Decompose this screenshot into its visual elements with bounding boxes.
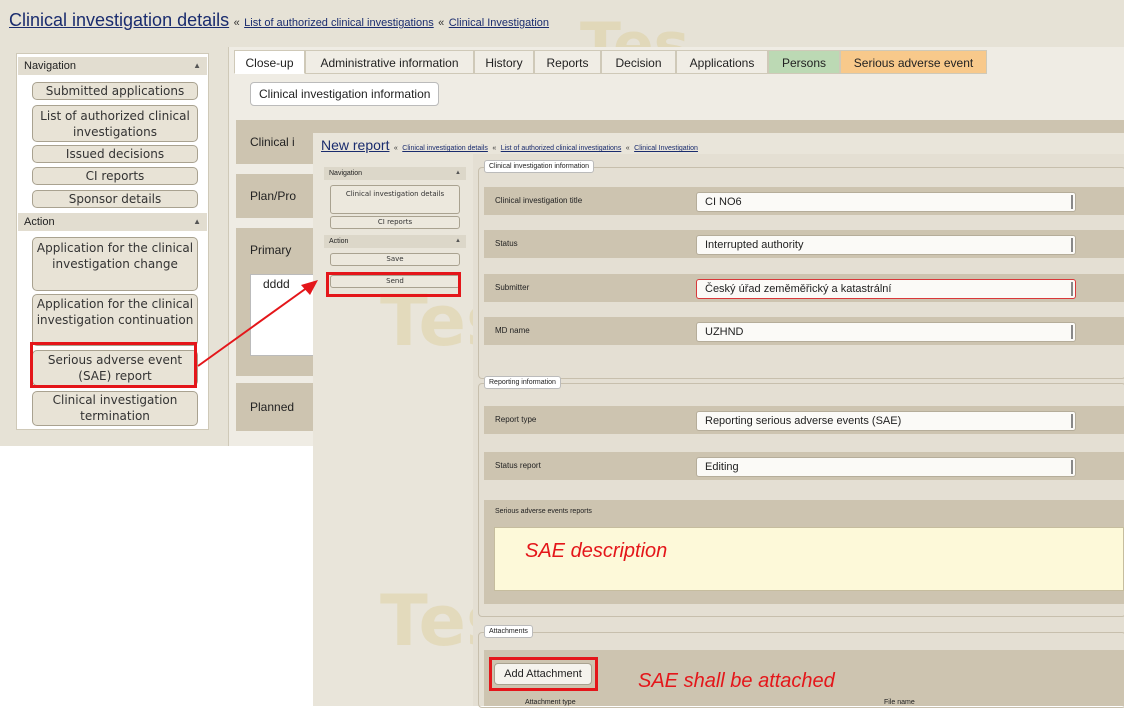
sidebar-action-heading[interactable]: Action ▲ — [324, 235, 466, 248]
sae-report-highlight — [30, 342, 197, 388]
attachment-annotation: SAE shall be attached — [638, 670, 835, 692]
collapse-triangle-icon[interactable]: ▲ — [455, 167, 461, 180]
fieldset-legend: Attachments — [484, 625, 533, 638]
column-header-file-name[interactable]: File name — [884, 699, 915, 706]
annotation-arrow — [197, 280, 318, 367]
send-highlight — [326, 272, 461, 297]
field-label: Clinical investigation title — [495, 196, 583, 205]
field-label: Status report — [495, 461, 541, 470]
tab-decision[interactable]: Decision — [601, 50, 676, 74]
field-row-ci-title: Clinical investigation title CI NO6 — [484, 187, 1124, 215]
row-label: Planned — [250, 400, 295, 414]
sae-description-annotation: SAE description — [525, 540, 668, 562]
status-field[interactable]: Interrupted authority — [696, 235, 1076, 255]
page-title[interactable]: Clinical investigation details — [9, 10, 229, 30]
row-label: Clinical i — [250, 135, 295, 149]
breadcrumb-separator: « — [438, 17, 445, 29]
sidebar-item-submitted-applications[interactable]: Submitted applications — [32, 82, 198, 100]
add-attachment-highlight — [489, 657, 598, 691]
breadcrumb-link-clinical-investigation[interactable]: Clinical Investigation — [449, 17, 549, 29]
collapse-triangle-icon[interactable]: ▲ — [193, 213, 201, 231]
breadcrumb-link-clinical-investigation[interactable]: Clinical Investigation — [634, 145, 698, 152]
field-row-status: Status Interrupted authority — [484, 230, 1124, 258]
breadcrumb-link-clinical-investigation-details[interactable]: Clinical investigation details — [402, 145, 488, 152]
sidebar-item-ci-reports[interactable]: CI reports — [330, 216, 460, 229]
tab-applications[interactable]: Applications — [676, 50, 768, 74]
breadcrumb-separator: « — [393, 145, 398, 152]
field-row-md-name: MD name UZHND — [484, 317, 1124, 345]
sidebar-item-issued-decisions[interactable]: Issued decisions — [32, 145, 198, 163]
breadcrumb-separator: « — [233, 17, 240, 29]
field-label: MD name — [495, 326, 530, 335]
sidebar-item-application-change[interactable]: Application for the clinical investigati… — [32, 237, 198, 291]
tab-administrative-information[interactable]: Administrative information — [305, 50, 474, 74]
sidebar-navigation-heading[interactable]: Navigation ▲ — [324, 167, 466, 180]
sidebar-heading-label: Action — [329, 238, 349, 245]
sidebar-item-ci-reports[interactable]: CI reports — [32, 167, 198, 185]
sidebar-item-application-continuation[interactable]: Application for the clinical investigati… — [32, 294, 198, 346]
fieldset-legend: Reporting information — [484, 376, 561, 389]
tab-close-up[interactable]: Close-up — [234, 50, 305, 74]
sidebar-item-sponsor-details[interactable]: Sponsor details — [32, 190, 198, 208]
column-header-attachment-type[interactable]: Attachment type — [525, 699, 576, 706]
sidebar-item-termination[interactable]: Clinical investigation termination — [32, 391, 198, 426]
status-report-field[interactable]: Editing — [696, 457, 1076, 477]
arrow-line — [197, 286, 309, 367]
page-title[interactable]: New report — [321, 137, 389, 153]
breadcrumb: New report « Clinical investigation deta… — [321, 137, 698, 155]
breadcrumb-link-authorized-investigations[interactable]: List of authorized clinical investigatio… — [244, 17, 434, 29]
sidebar-heading-label: Navigation — [24, 60, 76, 72]
sidebar-action-heading[interactable]: Action ▲ — [18, 213, 207, 231]
sae-reports-label: Serious adverse events reports — [495, 508, 592, 515]
breadcrumb-separator: « — [492, 145, 497, 152]
field-label: Report type — [495, 415, 537, 424]
sidebar-heading-label: Navigation — [329, 170, 363, 177]
tab-reports[interactable]: Reports — [534, 50, 601, 74]
sidebar-navigation-heading[interactable]: Navigation ▲ — [18, 57, 207, 75]
md-name-field[interactable]: UZHND — [696, 322, 1076, 342]
field-row-submitter: Submitter Český úřad zeměměřický a katas… — [484, 274, 1124, 302]
sidebar-heading-label: Action — [24, 216, 55, 228]
sidebar-item-clinical-investigation-details[interactable]: Clinical investigation details — [330, 185, 460, 214]
breadcrumb-separator: « — [625, 145, 630, 152]
fieldset-legend: Clinical investigation information — [250, 82, 440, 106]
arrow-head-icon — [301, 280, 318, 295]
field-label: Submitter — [495, 283, 530, 292]
row-label: Plan/Pro — [250, 189, 297, 203]
tab-serious-adverse-event[interactable]: Serious adverse event — [840, 50, 987, 74]
field-label: Status — [495, 239, 518, 248]
ci-title-field[interactable]: CI NO6 — [696, 192, 1076, 212]
field-row-status-report: Status report Editing — [484, 452, 1124, 480]
report-type-field[interactable]: Reporting serious adverse events (SAE) — [696, 411, 1076, 431]
tab-persons[interactable]: Persons — [768, 50, 840, 74]
submitter-field[interactable]: Český úřad zeměměřický a katastrální — [696, 279, 1076, 299]
breadcrumb-link-authorized-investigations[interactable]: List of authorized clinical investigatio… — [501, 145, 622, 152]
tab-history[interactable]: History — [474, 50, 534, 74]
fieldset-legend: Clinical investigation information — [484, 160, 594, 173]
breadcrumb: Clinical investigation details « List of… — [9, 10, 549, 31]
save-button[interactable]: Save — [330, 253, 460, 266]
sidebar-item-list-of-authorized[interactable]: List of authorized clinical investigatio… — [32, 105, 198, 142]
collapse-triangle-icon[interactable]: ▲ — [193, 57, 201, 75]
collapse-triangle-icon[interactable]: ▲ — [455, 235, 461, 248]
field-row-report-type: Report type Reporting serious adverse ev… — [484, 406, 1124, 434]
